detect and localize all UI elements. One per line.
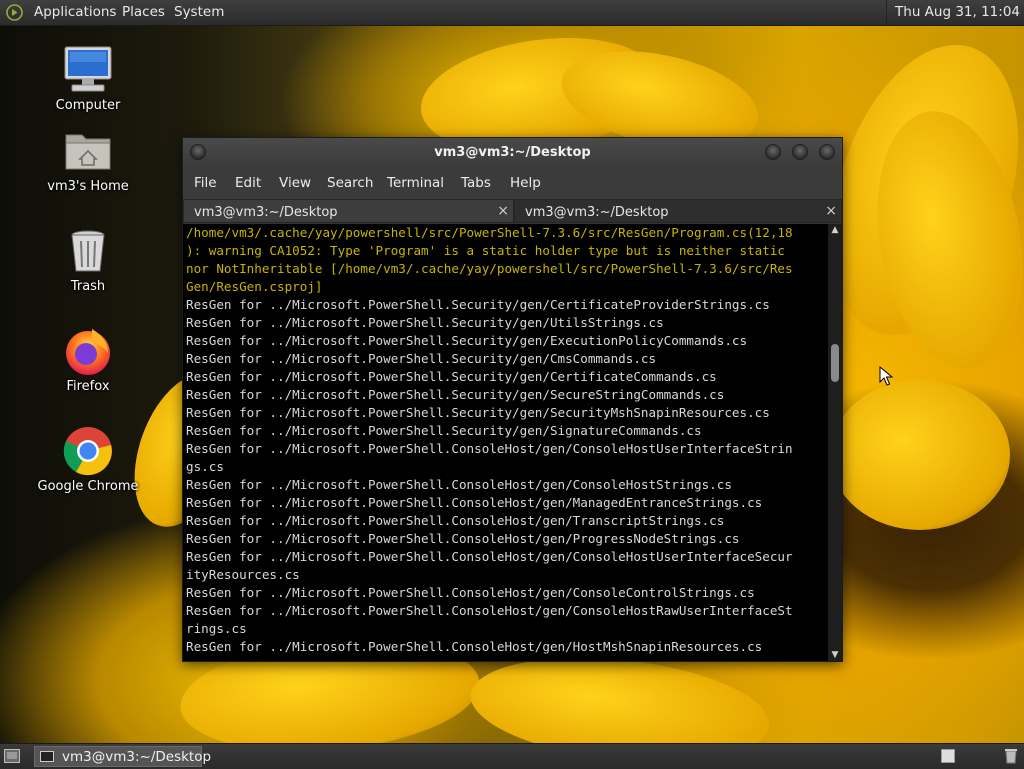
window-title: vm3@vm3:~/Desktop	[434, 145, 591, 160]
terminal-line: ResGen for ../Microsoft.PowerShell.Secur…	[186, 333, 748, 348]
menu-file[interactable]: File	[194, 175, 217, 191]
terminal-scrollbar[interactable]: ▲ ▼	[828, 224, 842, 661]
terminal-line: ityResources.cs	[186, 567, 300, 582]
menu-search[interactable]: Search	[327, 175, 373, 191]
system-menu[interactable]: System	[174, 4, 224, 20]
show-desktop-icon[interactable]	[4, 749, 20, 763]
taskbar-button-terminal[interactable]: vm3@vm3:~/Desktop	[34, 746, 211, 767]
trash-applet-icon[interactable]	[1004, 748, 1018, 764]
firefox-icon	[66, 329, 110, 375]
scrollbar-thumb[interactable]	[831, 344, 839, 382]
terminal-line: ResGen for ../Microsoft.PowerShell.Conso…	[186, 603, 793, 618]
desktop-icon-trash[interactable]: Trash	[33, 225, 143, 294]
home-folder-icon	[65, 134, 111, 170]
terminal-line: ResGen for ../Microsoft.PowerShell.Conso…	[186, 531, 740, 546]
minimize-button[interactable]	[765, 144, 781, 160]
menu-edit[interactable]: Edit	[235, 175, 261, 191]
clock[interactable]: Thu Aug 31, 11:04	[886, 0, 1024, 25]
terminal-window: vm3@vm3:~/Desktop File Edit View Search …	[182, 137, 843, 662]
terminal-menubar: File Edit View Search Terminal Tabs Help	[183, 168, 842, 196]
tab-close-icon[interactable]: ×	[497, 203, 509, 219]
terminal-line: gs.cs	[186, 459, 224, 474]
applications-menu[interactable]: Applications	[34, 4, 116, 20]
terminal-line: ResGen for ../Microsoft.PowerShell.Secur…	[186, 387, 725, 402]
terminal-line: ResGen for ../Microsoft.PowerShell.Secur…	[186, 369, 717, 384]
terminal-line: ResGen for ../Microsoft.PowerShell.Secur…	[186, 423, 702, 438]
desktop-icon-label: Trash	[70, 279, 106, 294]
terminal-line: ResGen for ../Microsoft.PowerShell.Conso…	[186, 513, 725, 528]
terminal-line: ResGen for ../Microsoft.PowerShell.Secur…	[186, 315, 664, 330]
terminal-line: ResGen for ../Microsoft.PowerShell.Conso…	[186, 549, 793, 564]
desktop-icon-label: vm3's Home	[47, 179, 129, 194]
terminal-line: ResGen for ../Microsoft.PowerShell.Conso…	[186, 639, 763, 654]
terminal-line: ResGen for ../Microsoft.PowerShell.Conso…	[186, 585, 755, 600]
top-panel: Applications Places System Thu Aug 31, 1…	[0, 0, 1024, 26]
terminal-line: ResGen for ../Microsoft.PowerShell.Conso…	[186, 477, 732, 492]
menu-terminal[interactable]: Terminal	[387, 175, 444, 191]
terminal-line: ResGen for ../Microsoft.PowerShell.Secur…	[186, 297, 770, 312]
chrome-icon	[63, 427, 112, 476]
tab-2[interactable]: vm3@vm3:~/Desktop ×	[514, 199, 842, 223]
workspace-switcher[interactable]	[941, 749, 955, 763]
desktop-icon-computer[interactable]: Computer	[33, 44, 143, 113]
menu-help[interactable]: Help	[510, 175, 541, 191]
terminal-warning-line: ): warning CA1052: Type 'Program' is a s…	[186, 243, 785, 258]
scroll-down-icon[interactable]: ▼	[828, 649, 842, 661]
terminal-line: ResGen for ../Microsoft.PowerShell.Conso…	[186, 495, 763, 510]
close-button[interactable]	[819, 144, 835, 160]
desktop-icon-firefox[interactable]: Firefox	[33, 325, 143, 394]
bottom-panel: vm3@vm3:~/Desktop	[0, 743, 1024, 769]
desktop-icon-label: Firefox	[66, 379, 110, 394]
window-titlebar[interactable]: vm3@vm3:~/Desktop	[183, 138, 842, 168]
menu-view[interactable]: View	[279, 175, 311, 191]
tab-bar: vm3@vm3:~/Desktop × vm3@vm3:~/Desktop ×	[183, 199, 842, 224]
tab-label: vm3@vm3:~/Desktop	[525, 205, 669, 220]
desktop-icon-label: Google Chrome	[37, 479, 139, 494]
terminal-line: rings.cs	[186, 621, 247, 636]
terminal-warning-line: Gen/ResGen.csproj]	[186, 279, 323, 294]
tab-label: vm3@vm3:~/Desktop	[194, 205, 338, 220]
tab-close-icon[interactable]: ×	[825, 203, 837, 219]
trash-icon	[71, 230, 105, 272]
system-logo-icon[interactable]	[6, 4, 23, 21]
desktop-icon-home[interactable]: vm3's Home	[33, 125, 143, 194]
mouse-pointer-icon	[879, 366, 893, 386]
computer-icon	[64, 46, 112, 92]
terminal-output[interactable]: /home/vm3/.cache/yay/powershell/src/Powe…	[183, 224, 828, 661]
terminal-line: ResGen for ../Microsoft.PowerShell.Secur…	[186, 351, 657, 366]
scroll-up-icon[interactable]: ▲	[828, 224, 842, 236]
terminal-icon	[40, 751, 54, 762]
desktop-icon-chrome[interactable]: Google Chrome	[33, 425, 143, 494]
terminal-warning-line: nor NotInheritable [/home/vm3/.cache/yay…	[186, 261, 793, 276]
taskbar-button-label: vm3@vm3:~/Desktop	[62, 749, 212, 765]
menu-tabs[interactable]: Tabs	[461, 175, 491, 191]
terminal-warning-line: /home/vm3/.cache/yay/powershell/src/Powe…	[186, 225, 793, 240]
terminal-line: ResGen for ../Microsoft.PowerShell.Conso…	[186, 441, 793, 456]
desktop-icon-label: Computer	[55, 98, 121, 113]
places-menu[interactable]: Places	[122, 4, 165, 20]
terminal-line: ResGen for ../Microsoft.PowerShell.Secur…	[186, 405, 770, 420]
maximize-button[interactable]	[792, 144, 808, 160]
tab-1[interactable]: vm3@vm3:~/Desktop ×	[183, 199, 514, 223]
